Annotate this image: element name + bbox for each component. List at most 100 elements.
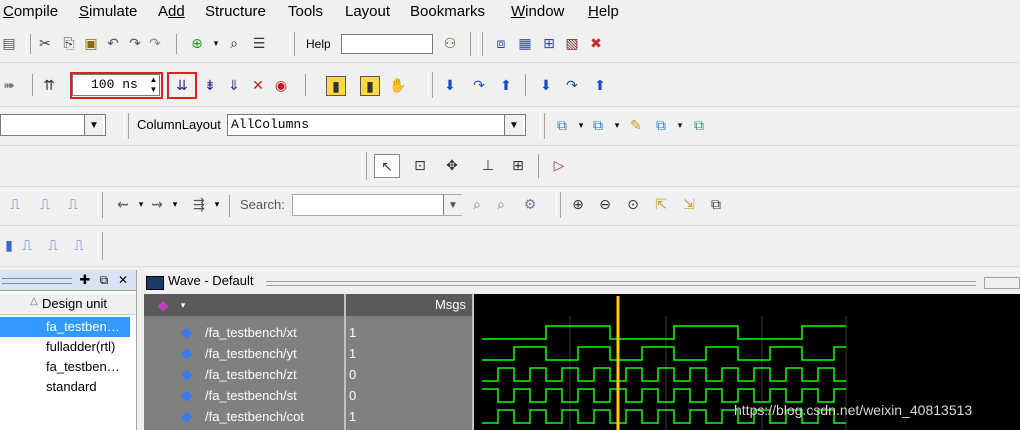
zoom-last-icon[interactable]: ⇲ [680,195,698,213]
bus-icon[interactable]: ▮ [0,236,18,254]
search-binoculars-icon[interactable]: ⌕ [468,195,486,213]
break-run-icon[interactable]: ✕ [249,76,267,94]
step-arrow-icon[interactable]: ➠ [0,76,18,94]
find-all-icon[interactable]: ⇶ [190,195,208,213]
menu-tools[interactable]: Tools [288,3,323,20]
redo-icon[interactable]: ↷ [126,34,144,52]
add-dropdown-icon[interactable]: ▾ [207,34,225,52]
pan-mode-icon[interactable]: ✥ [443,156,461,174]
titlebar-dock-grip[interactable] [984,277,1020,289]
memory-profile-icon[interactable]: ▮ [360,76,380,96]
help-search-input[interactable] [341,34,433,54]
edge-any-icon[interactable]: ⎍ [64,195,82,213]
redo2-icon[interactable]: ↷ [146,34,164,52]
wave-insert-dropdown-icon[interactable]: ▾ [608,116,626,134]
signal-name: /fa_testbench/xt [205,325,297,340]
continue-run-icon[interactable]: ⇟ [201,76,219,94]
column-layout-select[interactable]: AllColumns [227,114,526,136]
signal-filter-dropdown-icon[interactable]: ▾ [174,296,192,314]
menu-simulate[interactable]: Simulate [79,3,137,20]
find-next-dropdown-icon[interactable]: ▾ [166,195,184,213]
panel-undock-icon[interactable]: ⧉ [95,271,113,289]
stop-icon[interactable]: ◉ [272,76,290,94]
zoom-range-icon[interactable]: ⧉ [707,195,725,213]
paste-icon[interactable]: ▣ [82,34,100,52]
menu-layout[interactable]: Layout [345,3,390,20]
edge-fall-2-icon[interactable]: ⎍ [44,236,62,254]
dataflow-icon[interactable]: ⊞ [540,34,558,52]
hand-icon[interactable]: ✋ [389,76,407,94]
restart-icon[interactable]: ⇈ [40,76,58,94]
memory-icon[interactable]: ▧ [563,34,581,52]
signal-row[interactable]: ◆ /fa_testbench/xt [145,322,345,343]
find-all-dropdown-icon[interactable]: ▾ [208,195,226,213]
menu-help[interactable]: Help [588,3,619,20]
find-prev-icon[interactable]: ⇜ [114,195,132,213]
column-layout-arrow-icon[interactable]: ▼ [504,115,523,135]
structure-item[interactable]: fulladder(rtl) [0,337,130,357]
zoom-cursor-icon[interactable]: ⇱ [652,195,670,213]
context-combo-arrow-icon[interactable]: ▼ [84,115,103,135]
wave-edit-dropdown-icon[interactable]: ▾ [572,116,590,134]
edge-any-2-icon[interactable]: ⎍ [70,236,88,254]
break-icon[interactable]: ✖ [587,34,605,52]
panel-add-icon[interactable]: ✚ [76,271,94,289]
panel-close-icon[interactable]: ✕ [114,271,132,289]
wave-insert-icon[interactable]: ⧉ [589,116,607,134]
add-icon[interactable]: ⊕ [188,34,206,52]
select-mode-button[interactable]: ↖ [374,154,400,178]
menu-compile[interactable]: Compile [3,3,58,20]
library-icon[interactable]: ⧈ [492,34,510,52]
stretch-mode-icon[interactable]: ⊞ [509,156,527,174]
step-out-c-icon[interactable]: ⬆ [591,76,609,94]
signal-filter-icon[interactable]: ◆ [154,296,172,314]
help-search-icon[interactable]: ⚇ [441,34,459,52]
edge-rise-icon[interactable]: ⎍ [6,195,24,213]
find-next-icon[interactable]: ⇝ [148,195,166,213]
wave-copy-dropdown-icon[interactable]: ▾ [671,116,689,134]
edit-mode-icon[interactable]: ⊥ [479,156,497,174]
step-into-icon[interactable]: ⬇ [441,76,459,94]
indent-icon[interactable]: ☰ [250,34,268,52]
menu-window[interactable]: Window [511,3,564,20]
step-out-icon[interactable]: ⬆ [497,76,515,94]
find-binoculars-icon[interactable]: ⌕ [225,34,243,52]
edge-fall-icon[interactable]: ⎍ [36,195,54,213]
search-next-icon[interactable]: ⌕ [492,195,510,213]
performance-icon[interactable]: ▮ [326,76,346,96]
menu-structure[interactable]: Structure [205,3,266,20]
step-over-c-icon[interactable]: ↷ [563,76,581,94]
wave-edit-icon[interactable]: ⧉ [553,116,571,134]
undo-icon[interactable]: ↶ [104,34,122,52]
wave-paste-icon[interactable]: ⧉ [690,116,708,134]
edge-rise-2-icon[interactable]: ⎍ [18,236,36,254]
structure-column-header[interactable]: △ Design unit [0,294,136,315]
signal-row[interactable]: ◆ /fa_testbench/st [145,385,345,406]
zoom-mode-icon[interactable]: ⊡ [411,156,429,174]
zoom-in-icon[interactable]: ⊕ [569,195,587,213]
run-all-icon[interactable]: ⇓ [225,76,243,94]
wave-copy-icon[interactable]: ⧉ [652,116,670,134]
structure-item[interactable]: fa_testben… [0,357,130,377]
structure-panel: ✚ ⧉ ✕ △ Design unit fa_testben… fulladde… [0,270,137,430]
project-icon[interactable]: ▦ [516,34,534,52]
structure-item[interactable]: standard [0,377,130,397]
wave-search-arrow-icon[interactable]: ▼ [443,195,462,215]
wave-search-input[interactable] [292,194,462,216]
zoom-out-icon[interactable]: ⊖ [596,195,614,213]
signal-row[interactable]: ◆ /fa_testbench/yt [145,343,345,364]
wave-expand-icon[interactable]: ▷ [550,156,568,174]
signal-row[interactable]: ◆ /fa_testbench/cot [145,406,345,427]
structure-item[interactable]: fa_testben… [0,317,130,337]
signal-row[interactable]: ◆ /fa_testbench/zt [145,364,345,385]
search-options-icon[interactable]: ⚙ [521,195,539,213]
step-into-c-icon[interactable]: ⬇ [537,76,555,94]
copy-icon[interactable]: ⎘ [60,34,78,52]
menu-add[interactable]: Add [158,3,185,20]
print-icon[interactable]: ▤ [0,34,18,52]
step-over-icon[interactable]: ↷ [470,76,488,94]
menu-bookmarks[interactable]: Bookmarks [410,3,485,20]
wave-pencil-icon[interactable]: ✎ [627,116,645,134]
cut-icon[interactable]: ✂ [36,34,54,52]
zoom-full-icon[interactable]: ⊙ [624,195,642,213]
